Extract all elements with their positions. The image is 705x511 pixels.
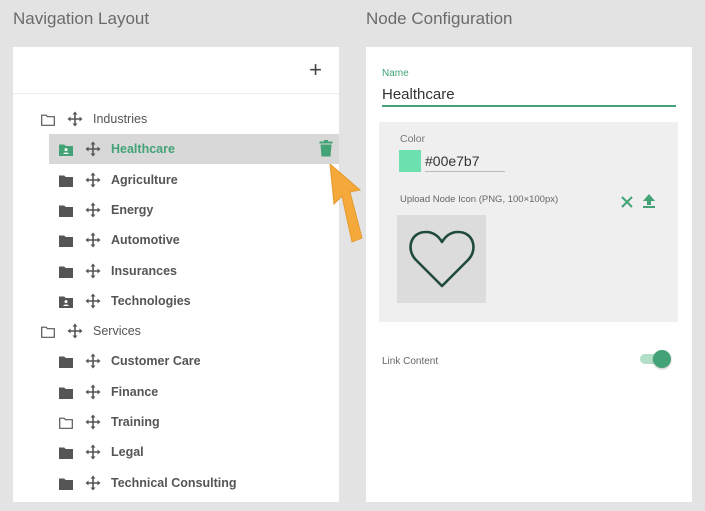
color-input[interactable]	[425, 150, 505, 172]
tree-item-label: Training	[111, 415, 160, 429]
folder-icon	[59, 355, 73, 369]
tree-item-label: Legal	[111, 445, 144, 460]
appearance-section: Color Upload Node Icon (PNG, 100×100px)	[379, 122, 678, 322]
tree-item-label: Technologies	[111, 293, 191, 308]
name-input[interactable]	[382, 83, 676, 107]
tree-item-label: Technical Consulting	[111, 475, 237, 490]
tree-item-technologies[interactable]: Technologies	[13, 286, 339, 316]
drag-handle-icon[interactable]	[85, 202, 101, 218]
tree-item-label: Customer Care	[111, 354, 201, 369]
tree-item-training[interactable]: Training	[13, 407, 339, 437]
delete-icon[interactable]	[319, 140, 333, 157]
upload-icon[interactable]	[642, 193, 656, 209]
color-swatch[interactable]	[399, 150, 421, 172]
tree-item-services[interactable]: Services	[13, 316, 339, 346]
link-content-label: Link Content	[382, 356, 439, 367]
tree-item-industries[interactable]: Industries	[13, 104, 339, 134]
tree-item-label: Energy	[111, 202, 154, 217]
folder-outline-icon	[59, 416, 73, 429]
tree-item-automotive[interactable]: Automotive	[13, 225, 339, 255]
navigation-layout-heading: Navigation Layout	[13, 9, 150, 28]
tree-item-customer-care[interactable]: Customer Care	[13, 346, 339, 376]
tree-item-label: Services	[93, 324, 141, 339]
drag-handle-icon[interactable]	[85, 141, 101, 157]
folder-outline-icon	[41, 325, 55, 338]
navigation-panel: + Industries Healthcare Agriculture Energy A…	[13, 47, 339, 502]
folder-shared-icon	[59, 143, 73, 157]
folder-icon	[59, 477, 73, 490]
close-icon[interactable]	[620, 195, 634, 209]
name-label: Name	[382, 68, 409, 79]
node-configuration-heading: Node Configuration	[366, 9, 513, 28]
folder-icon	[59, 234, 73, 248]
upload-icon-label: Upload Node Icon (PNG, 100×100px)	[400, 194, 559, 205]
configuration-panel: Name Color Upload Node Icon (PNG, 100×10…	[366, 47, 692, 502]
tree-item-label: Finance	[111, 384, 159, 399]
drag-handle-icon[interactable]	[85, 232, 101, 248]
folder-icon	[59, 265, 73, 278]
folder-icon	[59, 204, 73, 217]
drag-handle-icon[interactable]	[85, 384, 101, 400]
nav-toolbar: +	[13, 47, 339, 94]
folder-icon	[59, 386, 73, 399]
tree-item-energy[interactable]: Energy	[13, 195, 339, 225]
pointer-arrow-icon	[329, 164, 363, 243]
tree-item-insurances[interactable]: Insurances	[13, 256, 339, 286]
drag-handle-icon[interactable]	[85, 444, 101, 460]
drag-handle-icon[interactable]	[67, 323, 83, 339]
drag-handle-icon[interactable]	[85, 353, 101, 369]
color-label: Color	[400, 133, 426, 145]
tree-item-agriculture[interactable]: Agriculture	[13, 165, 339, 195]
toggle-knob	[653, 350, 671, 368]
folder-outline-icon	[41, 113, 55, 126]
tree-item-label: Industries	[93, 112, 148, 126]
folder-icon	[59, 446, 73, 460]
tree-item-label: Agriculture	[111, 172, 178, 187]
drag-handle-icon[interactable]	[85, 414, 101, 430]
tree-item-legal[interactable]: Legal	[13, 437, 339, 467]
drag-handle-icon[interactable]	[85, 172, 101, 188]
node-icon-preview	[397, 215, 486, 303]
drag-handle-icon[interactable]	[85, 293, 101, 309]
tree-item-technical-consulting[interactable]: Technical Consulting	[13, 468, 339, 498]
drag-handle-icon[interactable]	[85, 475, 101, 491]
add-node-button[interactable]: +	[309, 59, 322, 81]
folder-shared-icon	[59, 295, 73, 308]
link-content-toggle[interactable]	[640, 350, 671, 368]
drag-handle-icon[interactable]	[67, 111, 83, 127]
folder-icon	[59, 174, 73, 187]
tree-item-label: Automotive	[111, 233, 180, 248]
tree-item-healthcare[interactable]: Healthcare	[49, 134, 339, 165]
tree-item-finance[interactable]: Finance	[13, 377, 339, 407]
drag-handle-icon[interactable]	[85, 263, 101, 279]
tree-item-label: Insurances	[111, 263, 178, 278]
heart-icon	[408, 230, 475, 288]
tree-item-label: Healthcare	[111, 142, 175, 157]
